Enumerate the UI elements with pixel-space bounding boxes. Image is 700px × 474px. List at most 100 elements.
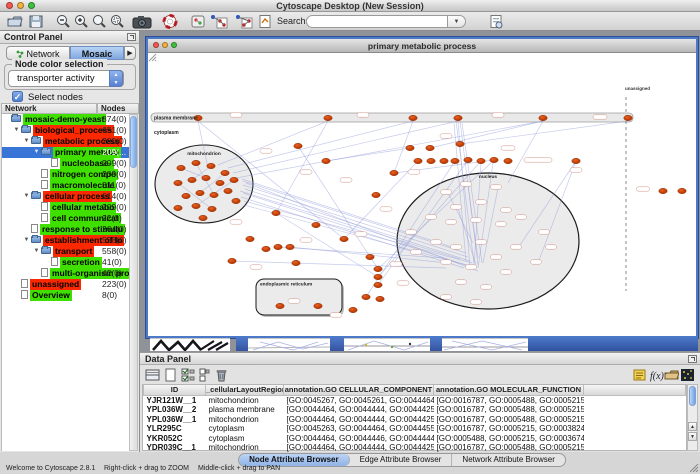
- network-node[interactable]: [572, 158, 580, 163]
- tree-item[interactable]: Overview8(0): [2, 290, 130, 301]
- node-label-pill[interactable]: [441, 260, 452, 264]
- node-label-pill[interactable]: [476, 240, 487, 244]
- tree-item[interactable]: ▼establishment of lo558(0): [2, 235, 130, 246]
- network-node[interactable]: [624, 115, 632, 120]
- network-node[interactable]: [409, 115, 417, 120]
- node-label-pill[interactable]: [492, 113, 504, 117]
- node-label-pill[interactable]: [230, 220, 242, 224]
- table-mode-icon[interactable]: [145, 368, 160, 382]
- search-dropdown-arrow-icon[interactable]: ▼: [448, 15, 466, 28]
- tree-header-nodes[interactable]: Nodes: [97, 103, 139, 114]
- attribute-table-header[interactable]: ID_cellularLayoutRegionannotation.GO CEL…: [144, 385, 686, 395]
- network-node[interactable]: [324, 115, 332, 120]
- network-node[interactable]: [274, 244, 282, 249]
- node-label-pill[interactable]: [570, 168, 582, 172]
- network-node[interactable]: [294, 143, 302, 148]
- network-node[interactable]: [199, 215, 207, 220]
- zoom-out-icon[interactable]: [55, 14, 71, 29]
- network-node[interactable]: [374, 282, 382, 287]
- column-header[interactable]: annotation.GO MOLECULAR_FUNCTION: [434, 385, 584, 395]
- network-node[interactable]: [312, 222, 320, 227]
- expand-triangle-icon[interactable]: ▼: [32, 147, 41, 158]
- tab-mosaic[interactable]: Mosaic: [70, 46, 124, 60]
- node-label-pill[interactable]: [390, 262, 402, 266]
- help-lifesaver-icon[interactable]: [161, 14, 179, 29]
- search-input[interactable]: [306, 15, 448, 28]
- network-node[interactable]: [406, 145, 414, 150]
- node-label-pill[interactable]: [230, 113, 242, 117]
- tree-item[interactable]: mosaic-demo-yeast874(0): [2, 114, 130, 125]
- network-node[interactable]: [262, 246, 270, 251]
- expand-triangle-icon[interactable]: ▼: [32, 246, 41, 257]
- tree-item[interactable]: ▼metabolic process280(0): [2, 136, 130, 147]
- tree-item[interactable]: nucleobase-209(0): [2, 158, 130, 169]
- node-label-pill[interactable]: [491, 255, 502, 259]
- column-header[interactable]: _cellularLayoutRegion: [206, 385, 284, 395]
- node-label-pill[interactable]: [441, 190, 452, 194]
- import-table-icon[interactable]: [664, 368, 679, 382]
- expand-triangle-icon[interactable]: ▼: [22, 235, 31, 246]
- node-label-pill[interactable]: [531, 260, 542, 264]
- tab-overflow-arrow-icon[interactable]: ▶: [124, 46, 136, 60]
- network-node[interactable]: [372, 192, 380, 197]
- tree-item[interactable]: secretion41(0): [2, 257, 130, 268]
- network-node[interactable]: [366, 254, 374, 259]
- network-node[interactable]: [374, 266, 382, 271]
- float-panel-icon[interactable]: [127, 33, 136, 41]
- node-color-dropdown[interactable]: transporter activity ▲▼: [8, 70, 124, 87]
- node-label-pill[interactable]: [471, 300, 482, 304]
- frame-close-button[interactable]: [153, 42, 159, 48]
- tree-item[interactable]: nitrogen compo209(0): [2, 169, 130, 180]
- table-row[interactable]: YDR039C__1mitochondrion[GO:0044464, GO:0…: [144, 443, 686, 453]
- table-row[interactable]: YPL036W__1mitochondrion[GO:0044464, GO:0…: [144, 415, 686, 425]
- network-node[interactable]: [504, 158, 512, 163]
- node-label-pill[interactable]: [461, 182, 472, 186]
- network-node[interactable]: [286, 244, 294, 249]
- network-edge[interactable]: [460, 121, 628, 144]
- node-label-pill[interactable]: [476, 200, 487, 204]
- node-label-pill[interactable]: [340, 178, 352, 182]
- node-label-pill[interactable]: [300, 238, 312, 242]
- background-window-titlebar[interactable]: [528, 337, 698, 351]
- node-label-pill[interactable]: [408, 170, 420, 174]
- node-label-pill[interactable]: [501, 270, 512, 274]
- table-row[interactable]: YJR121W__1mitochondrion[GO:0045267, GO:0…: [144, 395, 686, 405]
- snapshot-icon[interactable]: [132, 14, 152, 29]
- node-label-pill[interactable]: [456, 280, 467, 284]
- network-node[interactable]: [451, 158, 459, 163]
- tab-edge-attribute-browser[interactable]: Edge Attribute Browser: [350, 454, 453, 466]
- table-row[interactable]: YPL036W__2plasma membrane[GO:0044464, GO…: [144, 405, 686, 415]
- node-label-pill[interactable]: [546, 245, 557, 249]
- node-label-pill[interactable]: [440, 134, 452, 138]
- network-node[interactable]: [232, 198, 240, 203]
- network-node[interactable]: [230, 177, 238, 182]
- vizmapper-icon[interactable]: [190, 14, 206, 29]
- select-attributes-icon[interactable]: [181, 368, 196, 382]
- network-edge[interactable]: [276, 121, 328, 213]
- network-node[interactable]: [659, 188, 667, 193]
- tree-item[interactable]: ▼cellular process614(0): [2, 191, 130, 202]
- network-view-window[interactable]: primary metabolic process plasma membr: [146, 37, 698, 338]
- network-node[interactable]: [340, 236, 348, 241]
- node-label-pill[interactable]: [441, 295, 452, 299]
- network-node[interactable]: [246, 236, 254, 241]
- zoom-selected-icon[interactable]: [109, 14, 125, 29]
- network-view-titlebar[interactable]: primary metabolic process: [148, 39, 696, 53]
- network-node[interactable]: [202, 175, 210, 180]
- network-edge[interactable]: [233, 121, 458, 173]
- network-node[interactable]: [454, 115, 462, 120]
- node-label-pill[interactable]: [411, 250, 422, 254]
- layout-2-icon[interactable]: [234, 14, 253, 29]
- node-label-pill[interactable]: [501, 146, 515, 150]
- background-window-fragment[interactable]: [344, 338, 430, 351]
- node-label-pill[interactable]: [431, 240, 442, 244]
- network-node[interactable]: [182, 193, 190, 198]
- tree-item[interactable]: ▼biological_process651(0): [2, 125, 130, 136]
- frame-zoom-button[interactable]: [171, 42, 177, 48]
- node-label-pill[interactable]: [511, 245, 522, 249]
- network-node[interactable]: [207, 163, 215, 168]
- network-node[interactable]: [440, 158, 448, 163]
- network-edge[interactable]: [218, 121, 328, 165]
- new-attribute-icon[interactable]: [163, 368, 178, 382]
- node-label-pill[interactable]: [446, 220, 457, 224]
